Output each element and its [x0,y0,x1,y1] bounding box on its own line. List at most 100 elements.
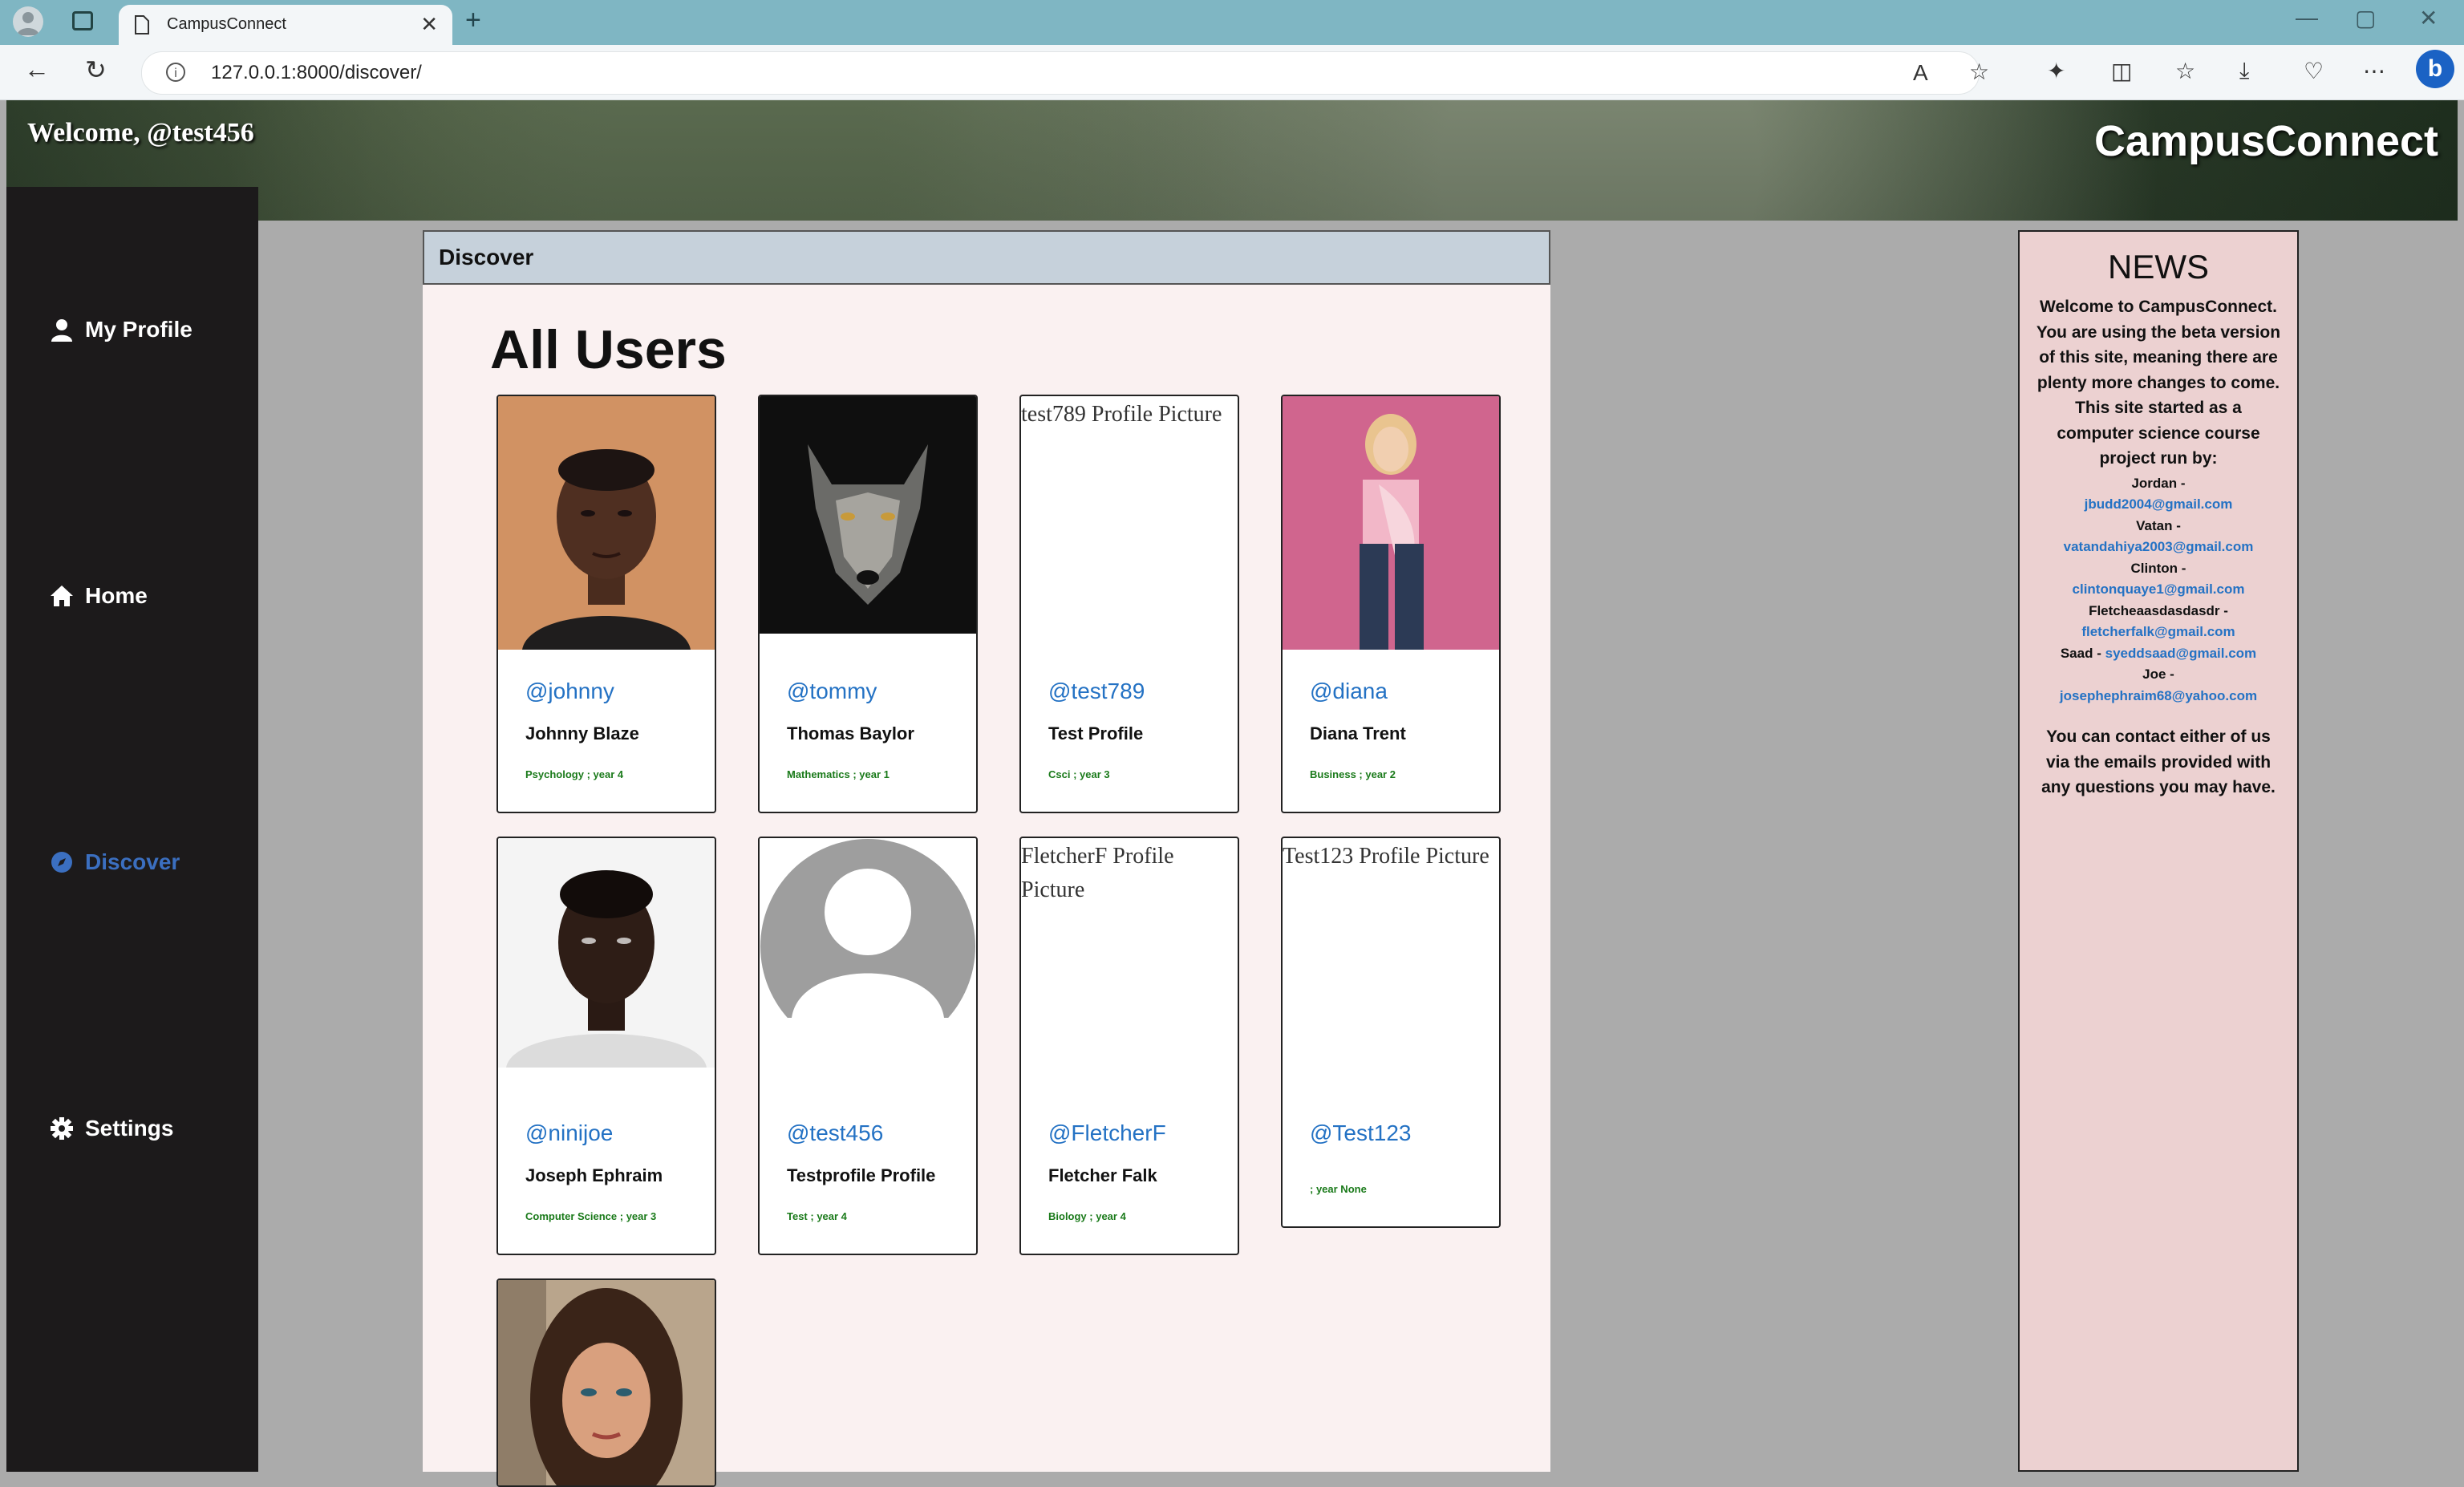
gear-icon [51,1117,73,1140]
user-icon [51,319,72,342]
broken-profile-picture[interactable]: Test123 Profile Picture [1283,838,1499,873]
downloads-icon[interactable]: ⤓ [2239,58,2249,84]
page: Welcome, @test456 CampusConnect My Profi… [6,100,2458,1487]
default-avatar-icon[interactable] [760,838,976,1018]
user-full-name: Johnny Blaze [525,723,639,744]
broken-profile-picture[interactable]: test789 Profile Picture [1021,396,1238,432]
profile-icon[interactable] [13,6,43,37]
sidebar-item-my-profile[interactable]: My Profile [50,317,192,342]
contact-name: Joe - [2142,667,2174,682]
user-major-year: Mathematics ; year 1 [787,768,890,780]
news-contacts: Jordan - jbudd2004@gmail.com Vatan - vat… [2020,473,2297,707]
user-handle-link[interactable]: @johnny [525,679,614,704]
user-card-ninijoe[interactable]: @ninijoe Joseph Ephraim Computer Science… [496,837,716,1255]
contact-name: Fletcheaasdasdasdr - [2089,602,2228,618]
user-full-name: Joseph Ephraim [525,1165,663,1185]
browser-toolbar: ← ↻ i 127.0.0.1:8000/discover/ A ☆ ✦ ◫ ☆… [0,45,2464,100]
read-aloud-icon[interactable]: A [1913,60,1928,86]
user-card-test456[interactable]: @test456 Testprofile Profile Test ; year… [758,837,978,1255]
copilot-icon[interactable]: b [2416,50,2454,88]
user-major-year: Test ; year 4 [787,1210,847,1222]
minimize-icon[interactable]: — [2296,5,2318,30]
user-card-tommy[interactable]: @tommy Thomas Baylor Mathematics ; year … [758,395,978,813]
contact-name: Saad - [2060,645,2101,661]
contact-email-link[interactable]: syeddsaad@gmail.com [2105,646,2257,661]
contact-name: Clinton - [2130,560,2186,576]
user-card-fletcherf[interactable]: FletcherF Profile Picture @FletcherF Fle… [1019,837,1239,1255]
user-card-test789[interactable]: test789 Profile Picture @test789 Test Pr… [1019,395,1239,813]
maximize-icon[interactable]: ▢ [2355,5,2376,31]
reload-icon[interactable]: ↻ [85,55,107,85]
profile-picture[interactable] [498,1280,715,1487]
more-menu-icon[interactable]: ⋯ [2363,58,2385,84]
user-major-year: Computer Science ; year 3 [525,1210,657,1222]
user-card-johnny[interactable]: @johnny Johnny Blaze Psychology ; year 4 [496,395,716,813]
contact-email-link[interactable]: jbudd2004@gmail.com [2085,496,2233,512]
user-full-name: Testprofile Profile [787,1165,936,1185]
contact-email-link[interactable]: vatandahiya2003@gmail.com [2064,539,2254,554]
compass-icon [51,852,72,873]
new-tab-icon[interactable]: + [465,5,481,36]
user-handle-link[interactable]: @ninijoe [525,1120,613,1146]
user-handle-link[interactable]: @tommy [787,679,877,704]
sidebar-item-label: My Profile [85,317,192,342]
sidebar-item-label: Home [85,583,148,608]
close-window-icon[interactable]: ✕ [2419,5,2438,31]
tab-title: CampusConnect [167,15,286,33]
user-handle-link[interactable]: @FletcherF [1048,1120,1166,1146]
user-card-test123[interactable]: Test123 Profile Picture @Test123 ; year … [1281,837,1501,1228]
split-screen-icon[interactable]: ◫ [2111,58,2132,84]
tab-actions-icon[interactable] [72,11,93,30]
contact-email-link[interactable]: fletcherfalk@gmail.com [2081,624,2235,639]
address-bar[interactable]: i 127.0.0.1:8000/discover/ A ☆ [141,51,1989,95]
user-handle-link[interactable]: @diana [1310,679,1388,704]
close-tab-icon[interactable]: ✕ [420,12,438,37]
profile-picture[interactable] [498,396,715,650]
profile-picture[interactable] [760,396,976,634]
sidebar: My Profile Home Discover Settings [6,187,258,1472]
user-full-name: Fletcher Falk [1048,1165,1157,1185]
profile-picture[interactable] [1283,396,1499,650]
favorite-star-icon[interactable]: ☆ [1969,59,1989,85]
user-major-year: Biology ; year 4 [1048,1210,1126,1222]
user-handle-link[interactable]: @test456 [787,1120,883,1146]
discover-panel: Discover All Users @johnny Johnny Blaze … [423,230,1550,1487]
favorites-icon[interactable]: ☆ [2175,58,2195,84]
sidebar-item-settings[interactable]: Settings [50,1116,173,1141]
back-icon[interactable]: ← [24,55,50,84]
url-text: 127.0.0.1:8000/discover/ [211,62,422,83]
site-info-icon[interactable]: i [166,63,185,82]
broken-profile-picture[interactable]: FletcherF Profile Picture [1021,838,1238,907]
page-icon [135,15,149,34]
sidebar-item-home[interactable]: Home [50,583,148,609]
panel-header: Discover [423,230,1550,285]
user-card[interactable] [496,1278,716,1487]
welcome-text: Welcome, @test456 [27,118,254,148]
user-full-name: Test Profile [1048,723,1144,744]
header-banner: Welcome, @test456 CampusConnect [6,100,2458,221]
news-outro: You can contact either of us via the ema… [2041,727,2276,796]
contact-email-link[interactable]: josephephraim68@yahoo.com [2060,688,2257,703]
home-icon [51,585,73,606]
browser-tab[interactable]: CampusConnect ✕ [119,5,452,45]
user-full-name: Diana Trent [1310,723,1406,744]
browser-essentials-icon[interactable]: ♡ [2304,58,2324,84]
contact-email-link[interactable]: clintonquaye1@gmail.com [2073,581,2245,597]
profile-picture[interactable] [498,838,715,1068]
news-title: NEWS [2108,248,2209,286]
sidebar-item-discover[interactable]: Discover [50,849,180,875]
sidebar-item-label: Settings [85,1116,174,1141]
site-brand[interactable]: CampusConnect [2094,116,2438,166]
user-major-year: Business ; year 2 [1310,768,1396,780]
user-handle-link[interactable]: @test789 [1048,679,1145,704]
contact-name: Jordan - [2131,475,2186,491]
panel-title: Discover [439,245,534,269]
page-title: All Users [490,319,727,380]
user-major-year: Psychology ; year 4 [525,768,624,780]
browser-titlebar: CampusConnect ✕ + — ▢ ✕ [0,0,2464,45]
sidebar-item-label: Discover [85,849,180,874]
user-card-diana[interactable]: @diana Diana Trent Business ; year 2 [1281,395,1501,813]
user-handle-link[interactable]: @Test123 [1310,1120,1412,1146]
news-panel: NEWS Welcome to CampusConnect. You are u… [2018,230,2299,1472]
extensions-icon[interactable]: ✦ [2047,58,2065,84]
